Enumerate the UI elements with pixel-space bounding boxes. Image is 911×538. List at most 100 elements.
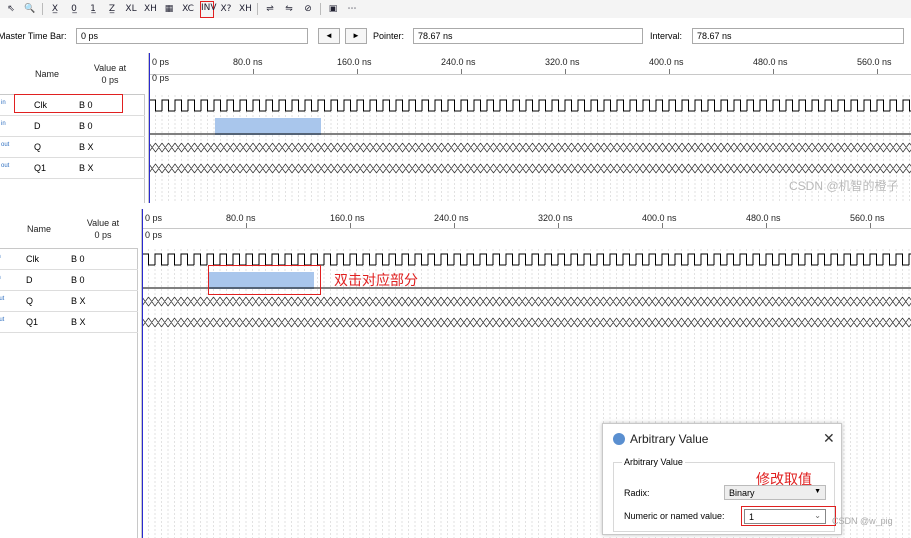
ruler-tick — [558, 223, 559, 228]
ruler-tick — [877, 69, 878, 74]
selection-tool-icon[interactable]: ⇖ — [4, 2, 18, 16]
value-column-header: Value at — [86, 218, 120, 228]
ruler-tick-label: 240.0 ns — [441, 57, 476, 67]
signal-name: Q — [26, 296, 34, 306]
more-icon[interactable]: ⋯ — [345, 2, 359, 16]
waveform-top: 0 ps 80.0 ns 160.0 ns 240.0 ns 320.0 ns 400.0… — [148, 53, 911, 203]
signal-value: B X — [79, 142, 94, 152]
clk-waveform — [149, 99, 911, 112]
cursor-time-label: 0 ps — [145, 230, 163, 240]
force-high-button[interactable]: 1̲ — [86, 2, 100, 16]
signal-name: Clk — [26, 254, 39, 264]
signal-list-header: Name Value at 0 ps — [0, 209, 138, 249]
clear-icon[interactable]: ⊘ — [301, 2, 315, 16]
ruler-tick-label: 80.0 ns — [226, 213, 256, 223]
output-pin-icon: out — [0, 317, 5, 323]
output-pin-icon: out — [1, 142, 10, 148]
signal-list-header: Name Value at 0 ps — [0, 53, 145, 95]
count-value-button[interactable]: ▦ — [162, 2, 176, 16]
radix-label: Radix: — [624, 488, 650, 498]
random-value-button[interactable]: X? — [219, 2, 233, 16]
clock-button[interactable]: XC — [181, 2, 195, 16]
weak-low-button[interactable]: XL — [124, 2, 138, 16]
highlight-d-region — [208, 265, 321, 295]
signal-name: Q1 — [34, 163, 47, 173]
ruler-tick-label: 480.0 ns — [746, 213, 781, 223]
master-time-label: Master Time Bar: — [0, 31, 67, 41]
ruler-tick — [350, 223, 351, 228]
signal-row-clk[interactable]: in Clk B 0 — [0, 249, 138, 270]
ruler-tick — [357, 69, 358, 74]
annotation-double-click: 双击对应部分 — [334, 273, 418, 289]
signal-name: Q — [34, 142, 42, 152]
signal-row-d[interactable]: in D B 0 — [0, 270, 138, 291]
value-column-time: 0 ps — [94, 230, 112, 240]
master-time-bar: Master Time Bar: 0 ps ◄ ► Pointer: 78.67… — [0, 26, 911, 46]
high-impedance-button[interactable]: Z̲ — [105, 2, 119, 16]
value-column-header: Value at — [93, 63, 127, 73]
numeric-value-label: Numeric or named value: — [624, 511, 725, 521]
previous-transition-button[interactable]: ◄ — [318, 28, 340, 44]
ruler-tick — [773, 69, 774, 74]
dialog-title: Arbitrary Value — [630, 432, 709, 446]
snap-icon[interactable]: ⇌ — [263, 2, 277, 16]
master-time-cursor[interactable] — [149, 53, 150, 203]
q1-waveform — [149, 163, 911, 174]
ruler-tick-label: 560.0 ns — [850, 213, 885, 223]
ruler-tick — [870, 223, 871, 228]
input-pin-icon: in — [1, 121, 6, 127]
watermark-bottom: CSDN @w_pig — [832, 516, 893, 526]
toolbar: ⇖ 🔍 X̲ 0̲ 1̲ Z̲ XL XH ▦ XC INV X? XH ⇌ ⇋… — [0, 0, 911, 18]
highlight-numeric-value — [741, 506, 836, 526]
ruler-tick-label: 400.0 ns — [642, 213, 677, 223]
ruler-tick-label: 240.0 ns — [434, 213, 469, 223]
zoom-tool-icon[interactable]: 🔍 — [23, 2, 37, 16]
ruler-tick-label: 80.0 ns — [233, 57, 263, 67]
signal-name: D — [34, 121, 41, 131]
ruler-tick — [253, 69, 254, 74]
name-column-header: Name — [34, 69, 59, 79]
master-time-input[interactable]: 0 ps — [76, 28, 308, 44]
ruler-tick-label: 480.0 ns — [753, 57, 788, 67]
ruler-tick-label: 0 ps — [145, 213, 163, 223]
signal-row-q[interactable]: out Q B X — [0, 291, 138, 312]
ruler-tick-label: 400.0 ns — [649, 57, 684, 67]
ruler-tick-label: 320.0 ns — [545, 57, 580, 67]
signal-value: B X — [71, 317, 86, 327]
toolbar-separator — [42, 3, 43, 15]
q-waveform — [142, 296, 911, 307]
interval-value: 78.67 ns — [692, 28, 904, 44]
signal-row-q[interactable]: out Q B X — [0, 137, 145, 158]
output-pin-icon: out — [0, 296, 5, 302]
annotation-modify-value: 修改取值 — [756, 472, 812, 488]
signal-list-bottom: Name Value at 0 ps in Clk B 0 in D B 0 o… — [0, 209, 138, 538]
signal-row-q1[interactable]: out Q1 B X — [0, 312, 138, 333]
cursor-time-label: 0 ps — [152, 73, 170, 83]
grid-icon[interactable]: ▣ — [326, 2, 340, 16]
force-unknown-button[interactable]: X̲ — [48, 2, 62, 16]
snap-off-icon[interactable]: ⇋ — [282, 2, 296, 16]
weak-high-button[interactable]: XH — [143, 2, 157, 16]
value-column-time: 0 ps — [101, 75, 119, 85]
input-pin-icon: in — [0, 275, 6, 285]
next-transition-button[interactable]: ► — [345, 28, 367, 44]
chevron-down-icon: ▼ — [814, 488, 821, 495]
signal-row-q1[interactable]: out Q1 B X — [0, 158, 145, 179]
invert-button[interactable]: XH — [238, 2, 252, 16]
ruler-tick-label: 0 ps — [152, 57, 170, 67]
signal-list-top: Name Value at 0 ps in Clk B 0 in D B 0 o… — [0, 53, 145, 203]
d-selected-region[interactable] — [215, 118, 321, 135]
close-icon[interactable]: ✕ — [823, 430, 835, 447]
time-ruler: 0 ps 80.0 ns 160.0 ns 240.0 ns 320.0 ns 400.0… — [149, 53, 911, 75]
toolbar-separator — [257, 3, 258, 15]
ruler-tick-label: 560.0 ns — [857, 57, 892, 67]
signal-value: B 0 — [71, 254, 85, 264]
arbitrary-value-button[interactable]: INV — [200, 0, 217, 18]
ruler-tick — [461, 69, 462, 74]
force-low-button[interactable]: 0̲ — [67, 2, 81, 16]
q1-waveform — [142, 317, 911, 328]
pointer-label: Pointer: — [373, 31, 405, 41]
signal-row-d[interactable]: in D B 0 — [0, 116, 145, 137]
signal-name: D — [26, 275, 33, 285]
master-time-cursor[interactable] — [142, 209, 143, 538]
